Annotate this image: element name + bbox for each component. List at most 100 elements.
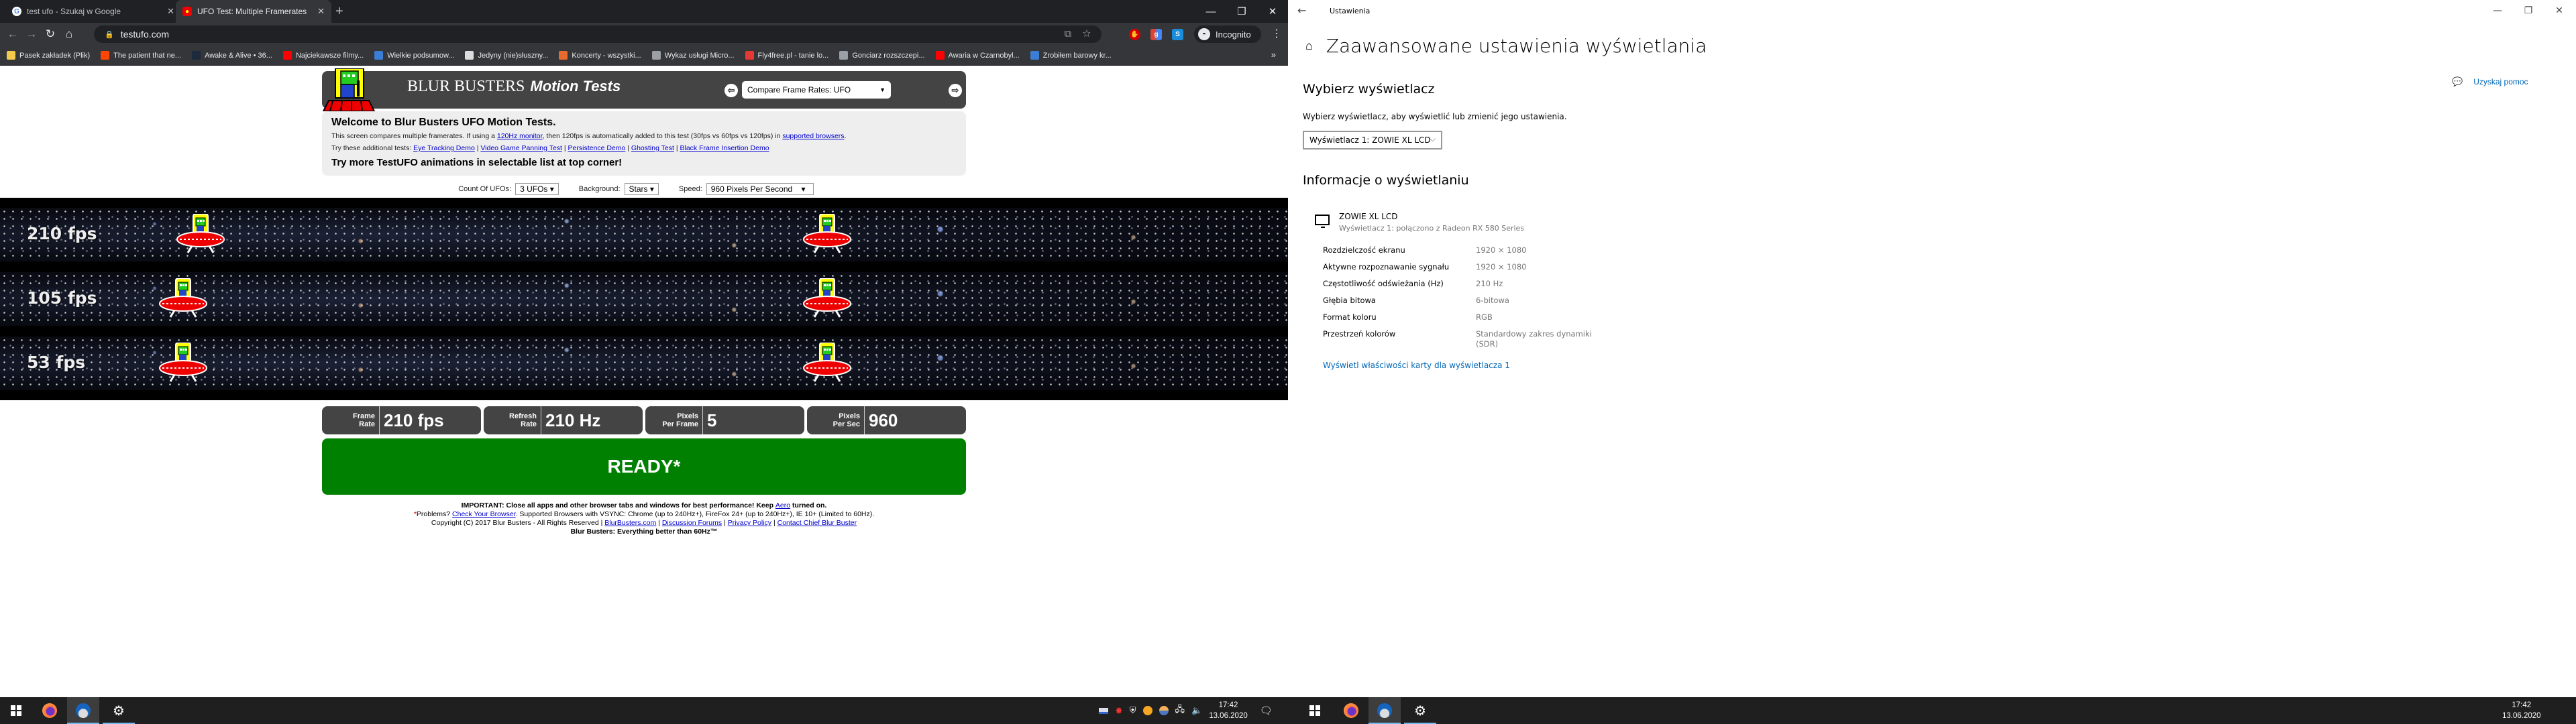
contact-link[interactable]: Contact Chief Blur Buster (777, 519, 857, 527)
ghosting-test-link[interactable]: Ghosting Test (631, 144, 674, 152)
bookmarks-overflow-button[interactable]: » (1271, 50, 1276, 60)
bookmark-star-icon[interactable]: ☆ (1083, 28, 1091, 40)
black-frame-insertion-link[interactable]: Black Frame Insertion Demo (680, 144, 769, 152)
menu-kebab-icon[interactable]: ⋮ (1271, 27, 1282, 40)
translate-icon[interactable]: ⧉ (1064, 28, 1071, 40)
tab-google-search[interactable]: G test ufo - Szukaj w Google ✕ (5, 0, 181, 23)
info-row-resolution: Rozdzielczość ekranu 1920 × 1080 (1323, 245, 1527, 255)
maximize-button[interactable]: ❐ (1226, 0, 1257, 23)
start-button[interactable] (0, 697, 32, 724)
skype-extension-icon[interactable]: S (1172, 29, 1183, 40)
address-bar[interactable]: 🔒 testufo.com ⧉ ☆ (94, 25, 1102, 43)
new-tab-button[interactable]: + (335, 3, 343, 20)
close-tab-icon[interactable]: ✕ (317, 6, 325, 17)
incognito-badge[interactable]: ◓ Incognito (1194, 25, 1261, 43)
check-browser-link[interactable]: Check Your Browser (452, 510, 516, 518)
defender-shield-icon[interactable]: ⛨ (1130, 705, 1136, 716)
get-help-link[interactable]: 💬 Uzyskaj pomoc (2452, 76, 2528, 87)
ufo-animation-area: 210 fps 105 fps 53 fps (0, 198, 1288, 400)
adblock-extension-icon[interactable]: ✋ (1129, 29, 1140, 40)
bookmark-item[interactable]: Koncerty - wszystki... (559, 51, 641, 60)
gear-icon: ⚙ (1414, 703, 1426, 719)
next-test-button[interactable]: ⇨ (949, 84, 962, 97)
clock[interactable]: 17:42 13.06.2020 (2502, 700, 2541, 721)
browser-taskbar-button[interactable] (67, 697, 99, 724)
info-row-bit-depth: Głębia bitowa 6-bitowa (1323, 296, 1509, 305)
bookmark-item[interactable]: Awake & Alive • 36... (192, 51, 272, 60)
incognito-icon: ◓ (1198, 28, 1210, 40)
settings-minimize-button[interactable]: — (2482, 3, 2513, 19)
bookmark-label: Zrobiłem barowy kr... (1042, 51, 1112, 60)
browser-taskbar-button[interactable] (1368, 697, 1401, 724)
ufo-sprite (158, 278, 208, 320)
volume-icon[interactable]: 🔈 (1191, 705, 1202, 716)
monitor-summary: ZOWIE XL LCD Wyświetlacz 1: połączono z … (1315, 212, 1524, 233)
settings-close-button[interactable]: ✕ (2544, 3, 2575, 19)
video-game-panning-link[interactable]: Video Game Panning Test (480, 144, 562, 152)
test-select-dropdown[interactable]: Compare Frame Rates: UFO ▼ (742, 81, 891, 99)
close-tab-icon[interactable]: ✕ (167, 6, 174, 17)
bookmark-item[interactable]: Jedyny (nie)słuszny... (465, 51, 548, 60)
back-button[interactable]: ← (5, 27, 20, 42)
google-extension-icon[interactable]: g (1150, 29, 1162, 40)
notifications-icon[interactable]: 🗨 (1260, 705, 1273, 717)
reload-button[interactable]: ↻ (43, 27, 58, 42)
ufo-sprite (158, 342, 208, 384)
bookmark-item[interactable]: Wykaz usługi Micro... (651, 51, 735, 60)
settings-taskbar-button[interactable]: ⚙ (103, 697, 135, 724)
firefox-taskbar-button[interactable] (34, 697, 66, 724)
minimize-button[interactable]: — (1195, 0, 1226, 23)
bookmark-item[interactable]: Zrobiłem barowy kr... (1030, 51, 1112, 60)
clock[interactable]: 17:42 13.06.2020 (1209, 700, 1248, 721)
discussion-forums-link[interactable]: Discussion Forums (662, 519, 722, 527)
bookmark-item[interactable]: Fly4free.pl - tanie lo... (745, 51, 828, 60)
monitor-name: ZOWIE XL LCD (1339, 212, 1398, 221)
speed-select[interactable]: 960 Pixels Per Second ▾ (706, 183, 814, 195)
monitor-icon (1315, 215, 1330, 228)
background-select[interactable]: Stars ▾ (624, 183, 659, 195)
bookmark-item[interactable]: The patient that ne... (101, 51, 181, 60)
wykop-icon (374, 51, 384, 60)
fps-label: 53 fps (27, 353, 86, 372)
bookmark-item[interactable]: Gonciarz rozszczepi... (839, 51, 925, 60)
previous-test-button[interactable]: ⇦ (724, 84, 738, 97)
bookmark-item[interactable]: Wielkie podsumow... (374, 51, 454, 60)
display-select-dropdown[interactable]: Wyświetlacz 1: ZOWIE XL LCD ⌵ (1303, 131, 1442, 149)
bookmark-item[interactable]: Najciekawsze filmy... (282, 51, 364, 60)
app-tray-icon[interactable] (1142, 706, 1152, 715)
start-button[interactable] (1299, 697, 1331, 724)
firefox-icon (42, 703, 57, 718)
settings-back-button[interactable]: ← (1297, 4, 1306, 17)
settings-taskbar-button[interactable]: ⚙ (1404, 697, 1436, 724)
globe-icon (839, 51, 849, 60)
supported-browsers-link[interactable]: supported browsers (782, 132, 844, 140)
bookmark-item[interactable]: Pasek zakładek (Plik) (7, 51, 90, 60)
display-tray-icon[interactable] (1099, 707, 1108, 714)
network-icon[interactable]: 🖧 (1175, 703, 1185, 718)
taskbar-right: ⚙ 17:42 13.06.2020 (1288, 697, 2576, 724)
aero-link[interactable]: Aero (775, 501, 790, 509)
home-button[interactable]: ⌂ (62, 27, 76, 42)
blurbusters-link[interactable]: BlurBusters.com (604, 519, 656, 527)
blur-busters-ufo-logo (322, 68, 376, 111)
choose-display-heading: Wybierz wyświetlacz (1303, 82, 1435, 97)
weather-tray-icon[interactable] (1159, 706, 1169, 715)
home-icon[interactable]: ⌂ (1305, 39, 1313, 53)
additional-tests: Try these additional tests: Eye Tracking… (331, 144, 769, 152)
close-window-button[interactable]: ✕ (1257, 0, 1288, 23)
profile-label: Incognito (1216, 29, 1251, 40)
adapter-properties-link[interactable]: Wyświetl właściwości karty dla wyświetla… (1323, 361, 1510, 370)
settings-maximize-button[interactable]: ❐ (2513, 3, 2544, 19)
120hz-monitor-link[interactable]: 120Hz monitor (497, 132, 543, 140)
privacy-policy-link[interactable]: Privacy Policy (728, 519, 771, 527)
stat-pixels-per-sec: Pixels Per Sec 960 (807, 406, 966, 434)
firefox-taskbar-button[interactable] (1335, 697, 1367, 724)
bookmark-item[interactable]: Awaria w Czarnobyl... (935, 51, 1020, 60)
eye-tracking-demo-link[interactable]: Eye Tracking Demo (413, 144, 475, 152)
red-tray-icon[interactable]: ✸ (1115, 705, 1123, 717)
forward-button[interactable]: → (24, 27, 39, 42)
tagline: Blur Busters: Everything better than 60H… (570, 528, 718, 536)
tab-ufo-test[interactable]: ● UFO Test: Multiple Framerates ✕ (176, 0, 331, 23)
ufo-count-select[interactable]: 3 UFOs ▾ (515, 183, 559, 195)
persistence-demo-link[interactable]: Persistence Demo (568, 144, 626, 152)
